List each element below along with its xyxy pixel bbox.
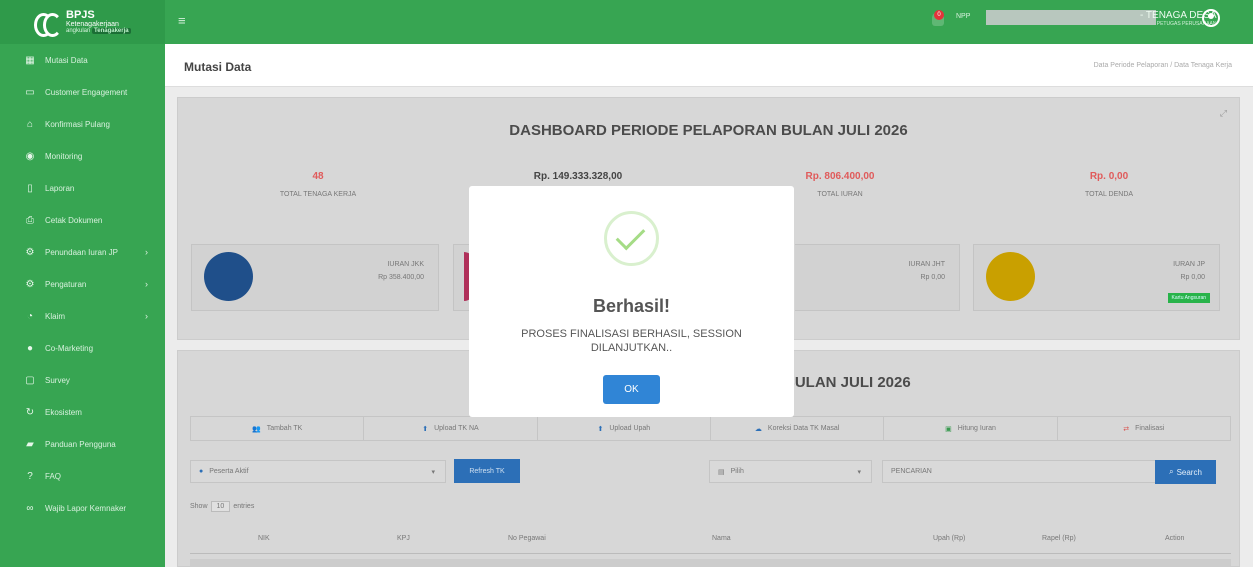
ok-button[interactable]: OK (603, 375, 660, 404)
success-check-icon (604, 211, 659, 266)
success-modal: Berhasil! PROSES FINALISASI BERHASIL, SE… (469, 186, 794, 417)
modal-title: Berhasil! (592, 296, 671, 316)
modal-text: PROSES FINALISASI BERHASIL, SESSION DILA… (521, 328, 742, 354)
